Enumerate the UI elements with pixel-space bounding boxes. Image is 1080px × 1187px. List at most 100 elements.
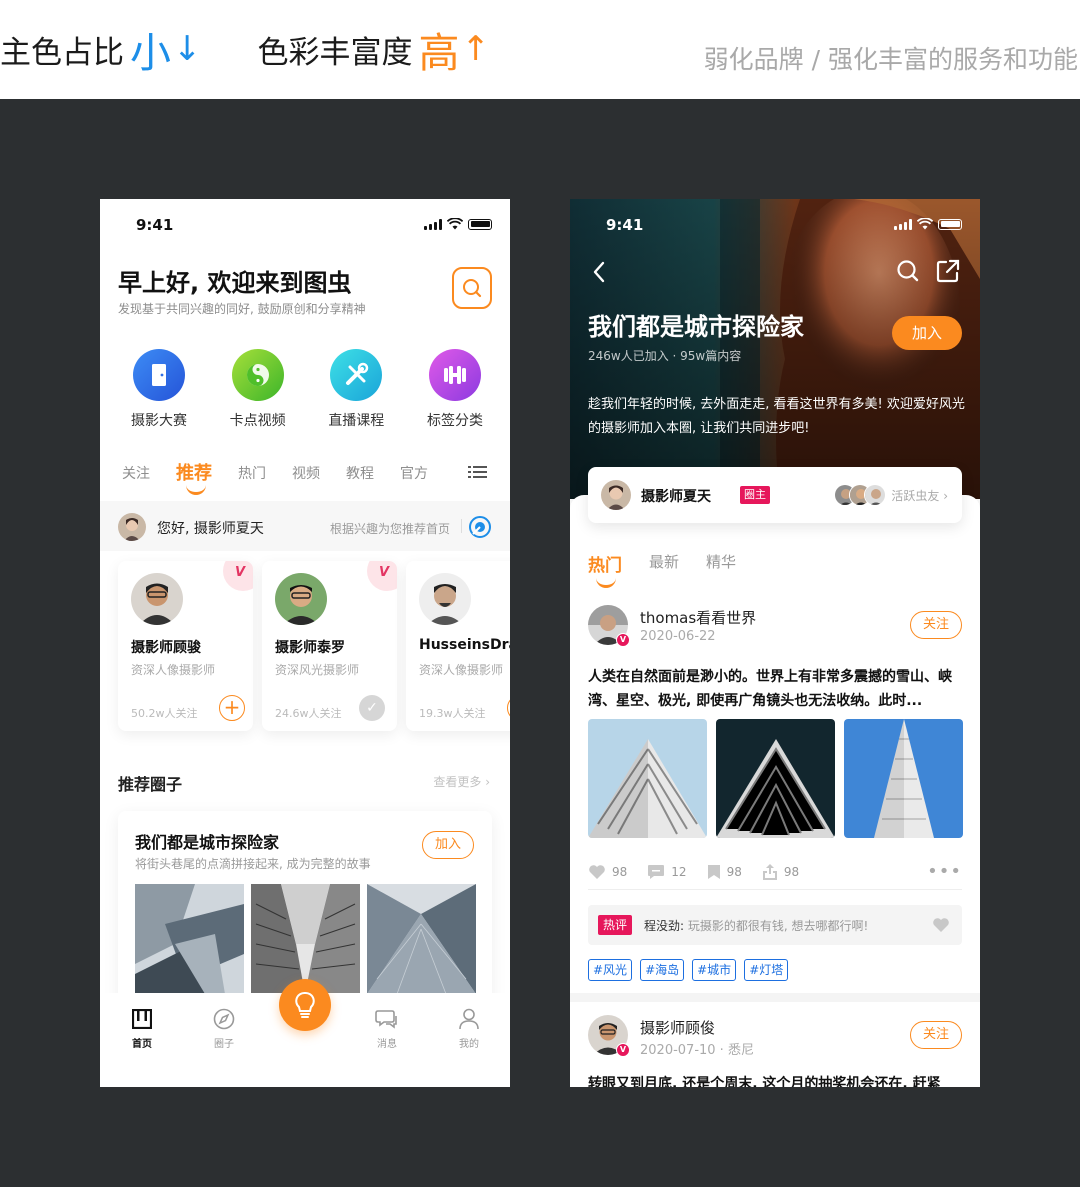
photographer-desc: 资深风光摄影师 — [275, 663, 360, 677]
main-color-value: 小 — [130, 29, 171, 77]
circle-title: 我们都是城市探险家 — [588, 313, 804, 341]
circle-image[interactable] — [367, 884, 476, 994]
photographer-card[interactable]: V 摄影师顾骏 资深人像摄影师 50.2w人关注 + — [118, 561, 253, 731]
follower-count: 19.3w人关注 — [419, 707, 486, 720]
nav-label: 圈子 — [214, 1039, 234, 1050]
circle-title: 我们都是城市探险家 — [135, 833, 280, 852]
post-date: 2020-07-10 · 悉尼 — [640, 1043, 754, 1058]
main-color-label: 主色占比 — [0, 34, 124, 71]
arrow-down-icon: ↓ — [173, 29, 202, 69]
post-actions: 98 12 98 98 ••• — [588, 861, 962, 882]
search-icon[interactable] — [896, 259, 920, 287]
photographer-card[interactable]: HusseinsDrama 资深人像摄影师 19.3w人关注 + — [406, 561, 510, 731]
nav-home[interactable]: 首页 — [112, 1007, 172, 1050]
user-icon — [439, 1007, 499, 1031]
back-chevron-icon[interactable] — [592, 261, 606, 287]
post-author[interactable]: thomas看看世界 — [640, 607, 756, 628]
more-icon[interactable]: ••• — [927, 861, 962, 882]
share-action[interactable]: 98 — [762, 863, 799, 881]
nav-profile[interactable]: 我的 — [439, 1007, 499, 1050]
tag-chip[interactable]: #海岛 — [640, 959, 685, 981]
circle-image[interactable] — [251, 884, 360, 994]
circle-stats: 246w人已加入 · 95w篇内容 — [588, 349, 742, 363]
active-members-link[interactable]: 活跃虫友 › — [891, 487, 948, 504]
join-button[interactable]: 加入 — [892, 316, 962, 350]
follow-add-button[interactable]: + — [219, 695, 245, 721]
greeting-title: 早上好, 欢迎来到图虫 — [118, 269, 352, 297]
radar-icon[interactable] — [468, 515, 492, 539]
tag-chip[interactable]: #灯塔 — [744, 959, 789, 981]
like-count: 98 — [612, 864, 628, 879]
comment-action[interactable]: 12 — [647, 864, 687, 880]
category-live-course[interactable]: 直播课程 — [309, 349, 403, 430]
avatar — [864, 484, 886, 506]
post-card[interactable]: V 摄影师顾俊 2020-07-10 · 悉尼 关注 转眼又到月底, 还是个周末… — [588, 1015, 962, 1087]
tab-video[interactable]: 视频 — [292, 457, 320, 483]
follow-button[interactable]: 关注 — [910, 1021, 962, 1049]
verified-badge: V — [223, 561, 253, 591]
nav-messages[interactable]: 消息 — [357, 1007, 417, 1050]
tab-follow[interactable]: 关注 — [122, 457, 150, 483]
avatar — [419, 573, 471, 625]
status-icons — [424, 218, 492, 230]
category-contest[interactable]: 摄影大赛 — [112, 349, 206, 430]
status-time: 9:41 — [136, 216, 174, 234]
tab-recommend[interactable]: 推荐 — [176, 457, 212, 495]
bookmark-icon — [707, 864, 720, 879]
divider — [588, 889, 962, 890]
wifi-icon — [447, 218, 463, 230]
nav-circles[interactable]: 圈子 — [194, 1007, 254, 1050]
category-tags[interactable]: 标签分类 — [408, 349, 502, 430]
follow-add-button[interactable]: + — [507, 695, 510, 721]
comment-icon — [648, 864, 665, 879]
post-tags: #风光 #海岛 #城市 #灯塔 — [588, 959, 789, 981]
recommended-photographers: V 摄影师顾骏 资深人像摄影师 50.2w人关注 + V 摄影师泰罗 资深风光摄… — [118, 561, 510, 731]
status-bar: 9:41 — [570, 199, 980, 249]
post-author[interactable]: 摄影师顾俊 — [640, 1017, 715, 1038]
heart-icon[interactable] — [932, 917, 950, 937]
search-button[interactable] — [452, 267, 492, 309]
category-label: 标签分类 — [426, 413, 483, 429]
richness-label: 色彩丰富度 — [257, 34, 413, 71]
tab-hot[interactable]: 热门 — [238, 457, 266, 483]
avatar[interactable] — [118, 513, 146, 541]
tab-hot[interactable]: 热门 — [588, 551, 622, 588]
join-button[interactable]: 加入 — [422, 831, 474, 859]
menu-list-icon[interactable] — [468, 464, 488, 484]
tag-chip[interactable]: #城市 — [692, 959, 737, 981]
post-image[interactable] — [844, 719, 963, 838]
search-icon — [463, 279, 482, 298]
share-icon[interactable] — [936, 259, 960, 287]
circle-owner-card[interactable]: 摄影师夏天 圈主 活跃虫友 › — [588, 467, 962, 523]
create-button[interactable] — [279, 979, 331, 1031]
avatar — [601, 480, 631, 510]
divider — [461, 519, 462, 533]
hot-comment[interactable]: 热评 程没劲: 玩摄影的都很有钱, 想去哪都行啊! — [588, 905, 962, 945]
post-image[interactable] — [716, 719, 835, 838]
photographer-card[interactable]: V 摄影师泰罗 资深风光摄影师 24.6w人关注 ✓ — [262, 561, 397, 731]
tab-latest[interactable]: 最新 — [649, 551, 679, 576]
owner-badge: 圈主 — [740, 486, 770, 504]
yinyang-icon — [231, 349, 284, 401]
comment-user: 程没劲: — [644, 919, 685, 933]
save-action[interactable]: 98 — [707, 864, 742, 880]
circle-content: 热门 最新 精华 V thomas看看世界 2020-06-22 关注 人类在自… — [570, 495, 980, 993]
tab-featured[interactable]: 精华 — [706, 551, 736, 576]
circle-image[interactable] — [135, 884, 244, 994]
see-more-link[interactable]: 查看更多 › — [433, 773, 490, 790]
battery-icon — [468, 218, 492, 230]
hot-comment-badge: 热评 — [598, 915, 633, 935]
follow-button[interactable]: 关注 — [910, 611, 962, 639]
circle-images — [135, 884, 476, 994]
hero-banner: 9:41 我们都是城市探险家 246w人已加入 · 95w篇内容 加入 趁我们年… — [570, 199, 980, 499]
tab-tutorial[interactable]: 教程 — [346, 457, 374, 483]
like-action[interactable]: 98 — [588, 864, 627, 880]
circle-tabs: 热门 最新 精华 — [588, 551, 763, 588]
category-label: 摄影大赛 — [131, 413, 187, 429]
category-row: 摄影大赛 卡点视频 直播课程 标签分类 — [112, 349, 502, 430]
post-image[interactable] — [588, 719, 707, 838]
photographer-desc: 资深人像摄影师 — [419, 663, 504, 677]
category-video[interactable]: 卡点视频 — [211, 349, 305, 430]
tag-chip[interactable]: #风光 — [588, 959, 633, 981]
followed-check-button[interactable]: ✓ — [359, 695, 385, 721]
